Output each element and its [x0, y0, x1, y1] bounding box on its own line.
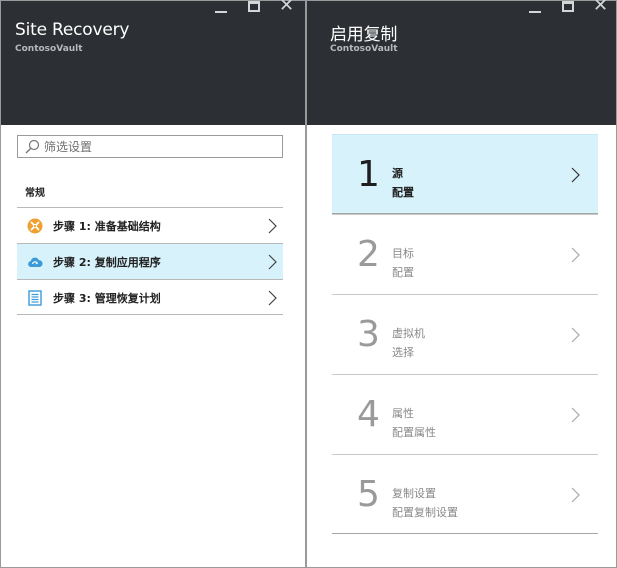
- step-number: 1: [357, 154, 380, 195]
- wizard-step-source[interactable]: 1 源 配置: [332, 134, 598, 214]
- maximize-button[interactable]: [239, 1, 273, 17]
- step-title: 目标: [392, 247, 414, 260]
- step-3-item[interactable]: 步骤 3: 管理恢复计划: [17, 279, 283, 315]
- blade-header: 启用复制 ContosoVault ✕: [307, 0, 617, 125]
- chevron-right-icon: [268, 290, 277, 306]
- step-1-label: 步骤 1: 准备基础结构: [53, 220, 161, 233]
- step-title: 虚拟机: [392, 327, 425, 340]
- minimize-icon: [529, 11, 541, 13]
- chevron-right-icon: [571, 167, 580, 183]
- wizard-step-replication-settings[interactable]: 5 复制设置 配置复制设置: [332, 454, 598, 534]
- close-icon: ✕: [279, 0, 295, 16]
- maximize-button[interactable]: [553, 1, 587, 17]
- replication-wizard-steps: 1 源 配置 2 目标 配置 3 虚拟机 选择 4 属性 配置属性 5 复制设置…: [332, 134, 598, 534]
- minimize-icon: [215, 11, 227, 13]
- wizard-step-target[interactable]: 2 目标 配置: [332, 214, 598, 294]
- tools-icon: [27, 218, 43, 234]
- step-number: 3: [357, 314, 380, 355]
- search-icon: [25, 139, 40, 154]
- blade-subtitle: ContosoVault: [15, 44, 83, 54]
- step-subtitle: 选择: [392, 346, 414, 359]
- filter-settings-box[interactable]: [17, 135, 283, 158]
- section-label-general: 常规: [25, 188, 45, 199]
- chevron-right-icon: [268, 218, 277, 234]
- blade-header: Site Recovery ContosoVault ✕: [1, 0, 307, 125]
- step-subtitle: 配置复制设置: [392, 506, 458, 519]
- maximize-icon: [248, 1, 260, 12]
- chevron-right-icon: [571, 487, 580, 503]
- step-number: 4: [357, 394, 380, 435]
- chevron-right-icon: [571, 247, 580, 263]
- step-2-item[interactable]: 步骤 2: 复制应用程序: [17, 243, 283, 279]
- chevron-right-icon: [571, 327, 580, 343]
- cloud-replicate-icon: [28, 257, 43, 267]
- step-number: 2: [357, 234, 380, 275]
- close-icon: ✕: [593, 0, 609, 16]
- step-subtitle: 配置属性: [392, 426, 436, 439]
- minimize-button[interactable]: [519, 1, 553, 17]
- filter-settings-input[interactable]: [44, 138, 278, 155]
- close-button[interactable]: ✕: [587, 0, 617, 17]
- window-controls: ✕: [519, 0, 617, 17]
- wizard-step-properties[interactable]: 4 属性 配置属性: [332, 374, 598, 454]
- site-recovery-blade: Site Recovery ContosoVault ✕ 常规 步骤 1: 准备…: [0, 0, 306, 568]
- step-3-label: 步骤 3: 管理恢复计划: [53, 292, 161, 305]
- step-title: 属性: [392, 407, 414, 420]
- blade-subtitle: ContosoVault: [330, 44, 398, 54]
- step-subtitle: 配置: [392, 186, 414, 199]
- minimize-button[interactable]: [205, 1, 239, 17]
- chevron-right-icon: [268, 254, 277, 270]
- step-1-item[interactable]: 步骤 1: 准备基础结构: [17, 207, 283, 243]
- enable-replication-blade: 启用复制 ContosoVault ✕ 1 源 配置 2 目标 配置 3 虚拟机: [306, 0, 617, 568]
- window-controls: ✕: [205, 0, 307, 17]
- close-button[interactable]: ✕: [273, 0, 307, 17]
- wizard-step-virtual-machines[interactable]: 3 虚拟机 选择: [332, 294, 598, 374]
- step-number: 5: [357, 474, 380, 515]
- chevron-right-icon: [571, 407, 580, 423]
- blade-title: Site Recovery: [15, 20, 130, 40]
- step-title: 源: [392, 167, 403, 180]
- step-subtitle: 配置: [392, 266, 414, 279]
- steps-list: 步骤 1: 准备基础结构 步骤 2: 复制应用程序 步骤 3: 管理恢复计划: [17, 207, 283, 315]
- step-2-label: 步骤 2: 复制应用程序: [53, 256, 161, 269]
- step-title: 复制设置: [392, 487, 436, 500]
- recovery-plan-icon: [28, 290, 42, 306]
- blade-title: 启用复制: [330, 25, 398, 45]
- maximize-icon: [562, 1, 574, 12]
